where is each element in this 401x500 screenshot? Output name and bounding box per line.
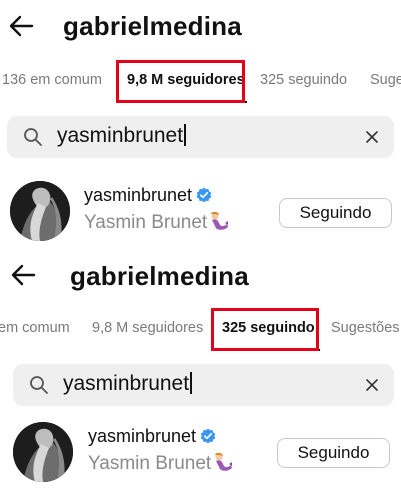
mermaid-emoji-icon <box>215 452 233 471</box>
search-bar[interactable]: yasminbrunet <box>7 116 394 158</box>
highlight-box <box>211 308 319 351</box>
follow-tabs: 136 em comum 9,8 M seguidores 325 seguin… <box>0 58 401 104</box>
avatar-photo-icon <box>10 181 70 241</box>
back-arrow-icon[interactable] <box>10 262 36 288</box>
text-cursor <box>184 124 187 146</box>
back-arrow-icon[interactable] <box>8 13 34 39</box>
profile-header: gabrielmedina <box>0 0 401 58</box>
verified-badge-icon <box>200 428 216 444</box>
search-icon <box>24 128 42 146</box>
search-icon <box>30 376 48 394</box>
follow-tabs: em comum 9,8 M seguidores 325 seguindo S… <box>0 306 401 352</box>
result-full-name-text: Yasmin Brunet <box>88 453 212 474</box>
tab-following[interactable]: 325 seguindo <box>260 72 347 88</box>
tab-mutual[interactable]: 136 em comum <box>2 72 102 88</box>
tab-mutual[interactable]: em comum <box>0 320 70 336</box>
following-button[interactable]: Seguindo <box>277 438 390 468</box>
clear-search-icon[interactable] <box>364 129 380 145</box>
highlight-box <box>116 60 245 103</box>
profile-username: gabrielmedina <box>63 11 242 41</box>
profile-username: gabrielmedina <box>70 261 249 291</box>
following-screen: gabrielmedina em comum 9,8 M seguidores … <box>0 250 401 500</box>
user-list-item[interactable]: yasminbrunet Yasmin Brunet Seguindo <box>0 422 401 492</box>
profile-header: gabrielmedina <box>0 250 401 308</box>
tab-suggestions[interactable]: Suge <box>370 72 401 88</box>
result-full-name: Yasmin Brunet <box>84 211 229 234</box>
search-input[interactable]: yasminbrunet <box>63 372 193 396</box>
result-username[interactable]: yasminbrunet <box>88 426 216 447</box>
search-bar[interactable]: yasminbrunet <box>13 364 394 406</box>
avatar-photo-icon <box>13 422 73 482</box>
result-full-name: Yasmin Brunet <box>88 452 233 475</box>
clear-search-icon[interactable] <box>364 377 380 393</box>
result-full-name-text: Yasmin Brunet <box>84 212 208 233</box>
mermaid-emoji-icon <box>211 211 229 230</box>
verified-badge-icon <box>196 187 212 203</box>
user-list-item[interactable]: yasminbrunet Yasmin Brunet Seguindo <box>0 181 401 250</box>
avatar[interactable] <box>13 422 73 482</box>
text-cursor <box>190 372 193 394</box>
result-username[interactable]: yasminbrunet <box>84 185 212 206</box>
tab-followers[interactable]: 9,8 M seguidores <box>92 320 203 336</box>
following-button[interactable]: Seguindo <box>279 198 392 228</box>
avatar[interactable] <box>10 181 70 241</box>
search-input[interactable]: yasminbrunet <box>57 124 187 148</box>
followers-screen: gabrielmedina 136 em comum 9,8 M seguido… <box>0 0 401 250</box>
result-username-text: yasminbrunet <box>88 426 197 446</box>
result-username-text: yasminbrunet <box>84 185 193 205</box>
tab-suggestions[interactable]: Sugestões <box>331 320 400 336</box>
